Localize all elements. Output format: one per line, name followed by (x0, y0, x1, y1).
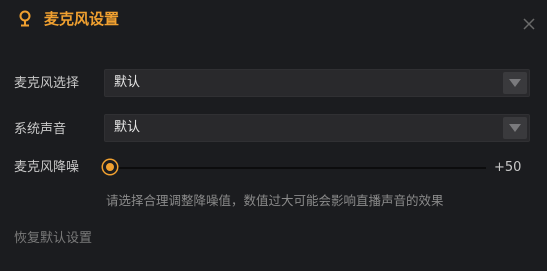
noise-reduction-slider-track[interactable] (110, 167, 486, 169)
noise-reduction-value: +50 (494, 160, 522, 175)
system-sound-dropdown[interactable]: 默认 (104, 114, 530, 142)
dialog-title: 麦克风设置 (44, 10, 120, 28)
noise-reduction-hint: 请选择合理调整降噪值，数值过大可能会影响直播声音的效果 (106, 193, 444, 208)
reset-defaults-link[interactable]: 恢复默认设置 (14, 230, 92, 248)
chevron-down-icon[interactable] (503, 72, 527, 94)
noise-reduction-label: 麦克风降噪 (14, 160, 80, 175)
mic-select-label: 麦克风选择 (14, 76, 80, 91)
system-sound-label: 系统声音 (14, 122, 67, 137)
mic-select-dropdown[interactable]: 默认 (104, 69, 530, 97)
chevron-down-icon[interactable] (503, 117, 527, 139)
dialog-header: 麦克风设置 (0, 0, 547, 42)
system-sound-value: 默认 (114, 120, 141, 135)
close-icon[interactable] (522, 16, 536, 30)
microphone-icon (18, 9, 32, 29)
noise-reduction-slider-thumb[interactable] (103, 160, 117, 174)
mic-select-value: 默认 (114, 75, 141, 90)
